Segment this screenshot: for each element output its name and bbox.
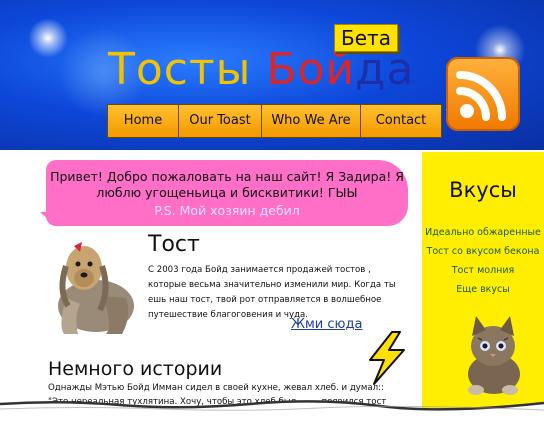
dog-image (44, 230, 142, 336)
flavor-link[interactable]: Тост молния (422, 261, 544, 280)
beta-badge: Бета (334, 24, 398, 52)
flavor-link[interactable]: Еще вкусы (422, 280, 544, 299)
welcome-bubble: Привет! Добро пожаловать на наш сайт! Я … (46, 160, 408, 226)
rss-icon[interactable] (446, 57, 520, 131)
sidebar-title: Вкусы (449, 178, 517, 202)
flavor-link[interactable]: Тост со вкусом бекона (422, 242, 544, 261)
welcome-ps: P.S. Мой хозяин дебил (154, 203, 300, 218)
click-here-link[interactable]: Жми сюда (291, 317, 362, 332)
nav-home[interactable]: Home (108, 105, 179, 137)
nav-our-toast[interactable]: Our Toast (179, 105, 262, 137)
main-nav: Home Our Toast Who We Are Contact (107, 104, 442, 138)
welcome-text: Привет! Добро пожаловать на наш сайт! Я … (50, 169, 404, 200)
toast-description: С 2003 года Бойд занимается продажей тос… (148, 265, 396, 320)
nav-who-we-are[interactable]: Who We Are (262, 105, 361, 137)
site-title-word: Тосты (108, 44, 252, 95)
flavors-list: Идеально обжаренные Тост со вкусом бекон… (422, 223, 544, 299)
torn-page-edge (0, 400, 544, 421)
history-heading: Немного истории (48, 358, 223, 380)
site-header: Тосты Бойда Бета Home Our Toast Who We A… (0, 0, 544, 150)
kitten-image (456, 310, 530, 396)
nav-contact[interactable]: Contact (361, 105, 441, 137)
lightning-bolt-icon (362, 330, 412, 386)
bubble-tail (40, 212, 56, 226)
flavor-link[interactable]: Идеально обжаренные (422, 223, 544, 242)
toast-heading: Тост (148, 232, 200, 257)
